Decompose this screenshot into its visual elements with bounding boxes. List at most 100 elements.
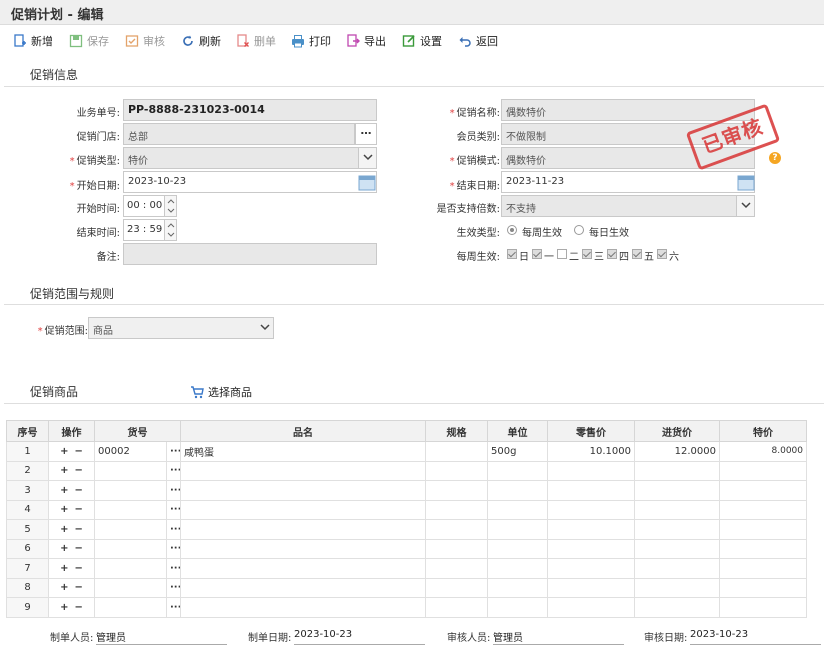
row-spec[interactable] — [425, 597, 488, 618]
start-time-spinner[interactable] — [164, 196, 176, 216]
add-row-icon[interactable]: + — [60, 446, 68, 457]
row-retail[interactable] — [547, 480, 635, 501]
row-code[interactable] — [94, 558, 167, 579]
remove-row-icon[interactable]: − — [75, 582, 83, 593]
weekday-checkbox-fri[interactable] — [632, 249, 642, 259]
row-special[interactable]: 8.0000 — [719, 441, 807, 462]
row-special[interactable] — [719, 480, 807, 501]
row-special[interactable] — [719, 499, 807, 520]
scope-select[interactable]: 商品 — [88, 317, 274, 339]
select-goods-button[interactable]: 选择商品 — [190, 383, 252, 401]
row-unit[interactable] — [487, 538, 548, 559]
row-cost[interactable] — [634, 577, 720, 598]
row-special[interactable] — [719, 577, 807, 598]
row-spec[interactable] — [425, 577, 488, 598]
row-cost[interactable] — [634, 538, 720, 559]
calendar-icon[interactable] — [358, 173, 376, 191]
row-special[interactable] — [719, 558, 807, 579]
add-row-icon[interactable]: + — [60, 582, 68, 593]
row-name[interactable]: 咸鸭蛋 — [180, 441, 426, 462]
row-unit[interactable] — [487, 558, 548, 579]
row-retail[interactable] — [547, 577, 635, 598]
row-name[interactable] — [180, 519, 426, 540]
add-row-icon[interactable]: + — [60, 563, 68, 574]
add-row-icon[interactable]: + — [60, 465, 68, 476]
row-name[interactable] — [180, 558, 426, 579]
row-code[interactable] — [94, 480, 167, 501]
remove-row-icon[interactable]: − — [75, 563, 83, 574]
print-button[interactable]: 打印 — [291, 32, 331, 50]
row-name[interactable] — [180, 577, 426, 598]
row-unit[interactable] — [487, 597, 548, 618]
store-field[interactable]: 总部 — [123, 123, 355, 145]
row-spec[interactable] — [425, 538, 488, 559]
row-cost[interactable]: 12.0000 — [634, 441, 720, 462]
end-time-spinner[interactable] — [164, 220, 176, 240]
weekday-checkbox-mon[interactable] — [532, 249, 542, 259]
row-special[interactable] — [719, 519, 807, 540]
row-name[interactable] — [180, 499, 426, 520]
row-cost[interactable] — [634, 480, 720, 501]
row-code-picker[interactable]: ··· — [166, 558, 181, 579]
remove-row-icon[interactable]: − — [75, 602, 83, 613]
add-row-icon[interactable]: + — [60, 524, 68, 535]
weekday-checkbox-tue[interactable] — [557, 249, 567, 259]
delete-button[interactable]: 删单 — [236, 32, 276, 50]
calendar-icon[interactable] — [737, 173, 755, 191]
help-icon[interactable]: ? — [769, 152, 781, 164]
row-code[interactable] — [94, 519, 167, 540]
row-cost[interactable] — [634, 460, 720, 481]
multiple-select[interactable]: 不支持 — [501, 195, 755, 217]
row-code-picker[interactable]: ··· — [166, 441, 181, 462]
start-date-field[interactable]: 2023-10-23 — [123, 171, 377, 193]
weekday-checkbox-sat[interactable] — [657, 249, 667, 259]
row-spec[interactable] — [425, 480, 488, 501]
row-name[interactable] — [180, 597, 426, 618]
row-retail[interactable] — [547, 597, 635, 618]
row-cost[interactable] — [634, 558, 720, 579]
row-code-picker[interactable]: ··· — [166, 519, 181, 540]
remark-field[interactable] — [123, 243, 377, 265]
remove-row-icon[interactable]: − — [75, 465, 83, 476]
row-spec[interactable] — [425, 558, 488, 579]
row-spec[interactable] — [425, 460, 488, 481]
row-special[interactable] — [719, 597, 807, 618]
weekday-checkbox-sun[interactable] — [507, 249, 517, 259]
export-button[interactable]: 导出 — [346, 32, 386, 50]
row-special[interactable] — [719, 538, 807, 559]
weekday-checkbox-wed[interactable] — [582, 249, 592, 259]
row-special[interactable] — [719, 460, 807, 481]
save-button[interactable]: 保存 — [69, 32, 109, 50]
chevron-down-icon[interactable] — [358, 148, 376, 168]
row-name[interactable] — [180, 538, 426, 559]
back-button[interactable]: 返回 — [458, 32, 498, 50]
chevron-down-icon[interactable] — [736, 196, 754, 216]
end-date-field[interactable]: 2023-11-23 — [501, 171, 755, 193]
row-unit[interactable]: 500g — [487, 441, 548, 462]
remove-row-icon[interactable]: − — [75, 504, 83, 515]
row-code[interactable] — [94, 538, 167, 559]
weekday-checkbox-thu[interactable] — [607, 249, 617, 259]
row-unit[interactable] — [487, 519, 548, 540]
settings-button[interactable]: 设置 — [402, 32, 442, 50]
row-name[interactable] — [180, 460, 426, 481]
add-button[interactable]: 新增 — [13, 32, 53, 50]
row-code[interactable]: 00002 — [94, 441, 167, 462]
audit-button[interactable]: 审核 — [125, 32, 165, 50]
row-unit[interactable] — [487, 460, 548, 481]
row-spec[interactable] — [425, 519, 488, 540]
row-code[interactable] — [94, 577, 167, 598]
add-row-icon[interactable]: + — [60, 504, 68, 515]
type-select[interactable]: 特价 — [123, 147, 377, 169]
remove-row-icon[interactable]: − — [75, 524, 83, 535]
name-field[interactable]: 偶数特价 — [501, 99, 755, 121]
row-code-picker[interactable]: ··· — [166, 499, 181, 520]
row-cost[interactable] — [634, 597, 720, 618]
row-code-picker[interactable]: ··· — [166, 597, 181, 618]
row-spec[interactable] — [425, 441, 488, 462]
row-spec[interactable] — [425, 499, 488, 520]
row-code[interactable] — [94, 499, 167, 520]
row-retail[interactable]: 10.1000 — [547, 441, 635, 462]
store-picker-button[interactable]: … — [355, 123, 377, 145]
row-cost[interactable] — [634, 519, 720, 540]
